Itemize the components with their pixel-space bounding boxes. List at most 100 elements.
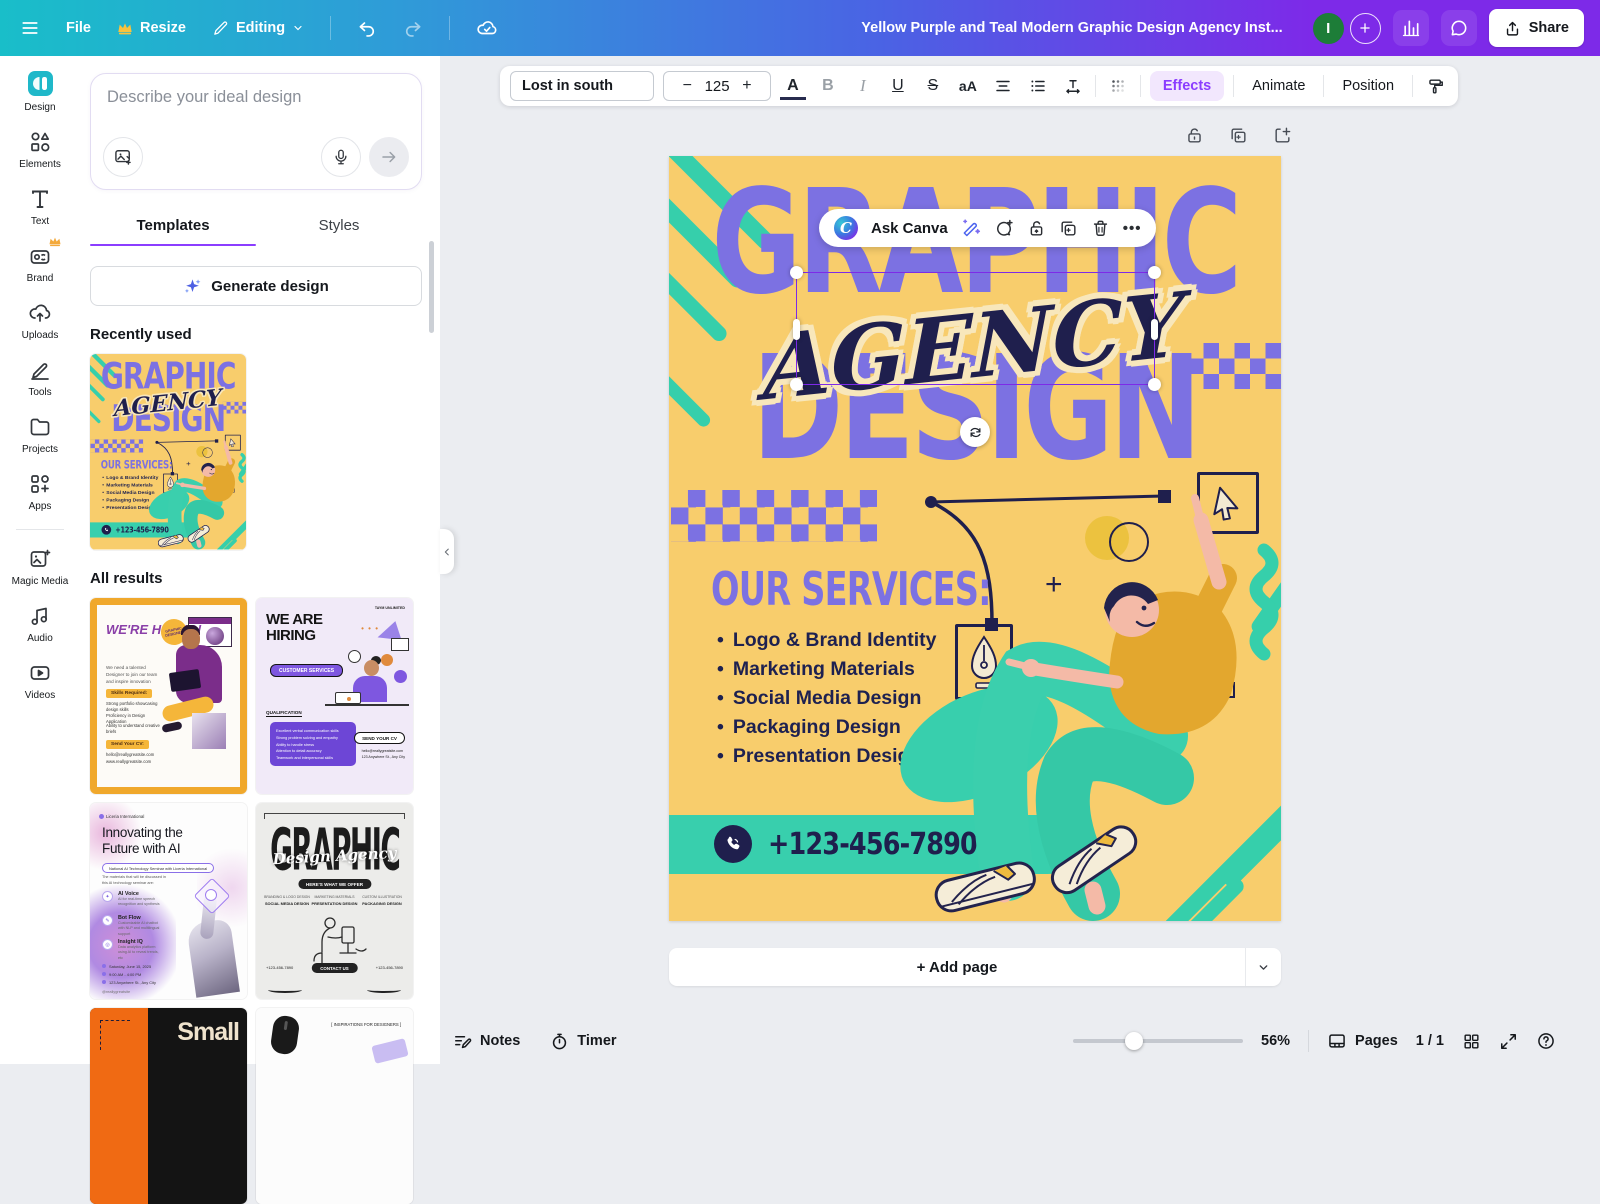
- timer-button[interactable]: Timer: [550, 1032, 616, 1051]
- resize-handle-side[interactable]: [793, 319, 800, 340]
- topbar-divider: [330, 16, 331, 40]
- submit-prompt-button[interactable]: [369, 137, 409, 177]
- sidebar-item-design[interactable]: Design: [4, 70, 76, 113]
- generate-design-button[interactable]: Generate design: [90, 266, 422, 306]
- magic-edit-button[interactable]: [961, 218, 981, 238]
- zoom-slider[interactable]: [1073, 1039, 1243, 1043]
- tab-templates[interactable]: Templates: [90, 208, 256, 246]
- animate-button[interactable]: Animate: [1243, 78, 1314, 94]
- insights-button[interactable]: [1393, 10, 1429, 46]
- design-prompt-input[interactable]: [107, 88, 397, 128]
- canvas-page[interactable]: GRAPHIC DESIGN AGENCY + OUR SERVICES: Lo…: [669, 156, 1281, 921]
- list-button[interactable]: [1025, 71, 1051, 101]
- notes-button[interactable]: Notes: [453, 1032, 520, 1051]
- add-page-icon[interactable]: [1273, 126, 1292, 145]
- formatting-toolbar: Lost in south − 125 + A B I U S aA Effec…: [500, 66, 1458, 106]
- sidebar-label: Projects: [22, 444, 58, 455]
- checker-pattern: [223, 402, 246, 414]
- ask-canva-label[interactable]: Ask Canva: [871, 220, 948, 237]
- font-size-decrease[interactable]: −: [674, 71, 700, 101]
- resize-handle[interactable]: [790, 266, 803, 279]
- sidebar-item-text[interactable]: Text: [4, 187, 76, 227]
- alignment-button[interactable]: [990, 71, 1016, 101]
- zoom-level[interactable]: 56%: [1261, 1033, 1290, 1049]
- all-results-heading: All results: [90, 570, 422, 587]
- template-small[interactable]: Small: [90, 1008, 247, 1204]
- poster-design[interactable]: GRAPHIC DESIGN AGENCY + OUR SERVICES: Lo…: [669, 156, 1281, 921]
- videos-icon: [28, 661, 52, 685]
- selection-box[interactable]: [796, 272, 1155, 385]
- position-button[interactable]: Position: [1333, 78, 1403, 94]
- redo-button[interactable]: [403, 18, 423, 38]
- text-case-button[interactable]: aA: [955, 71, 981, 101]
- template-recently-used[interactable]: GRAPHIC DESIGN AGENCY + OUR SERVICES: Lo…: [90, 354, 246, 550]
- panel-collapse-button[interactable]: [440, 529, 454, 574]
- resize-handle[interactable]: [1148, 378, 1161, 391]
- transparency-button[interactable]: [1105, 71, 1131, 101]
- lock-element-button[interactable]: [1027, 219, 1046, 238]
- copy-style-button[interactable]: [1422, 71, 1448, 101]
- font-family-select[interactable]: Lost in south: [510, 71, 654, 101]
- effects-button[interactable]: Effects: [1150, 71, 1224, 101]
- fullscreen-button[interactable]: [1499, 1032, 1518, 1051]
- sidebar-item-videos[interactable]: Videos: [4, 661, 76, 701]
- grid-view-button[interactable]: [1462, 1032, 1481, 1051]
- share-button[interactable]: Share: [1489, 9, 1584, 47]
- undo-icon: [357, 18, 377, 38]
- duplicate-page-icon[interactable]: [1229, 126, 1248, 145]
- editing-mode-menu[interactable]: Editing: [212, 20, 304, 37]
- resize-handle-side[interactable]: [1151, 319, 1158, 340]
- sidebar-item-audio[interactable]: Audio: [4, 604, 76, 644]
- add-image-button[interactable]: [103, 137, 143, 177]
- document-title[interactable]: Yellow Purple and Teal Modern Graphic De…: [861, 20, 1282, 36]
- letter-spacing-button[interactable]: [1060, 71, 1086, 101]
- duplicate-element-button[interactable]: [1059, 219, 1078, 238]
- sidebar-item-elements[interactable]: Elements: [4, 130, 76, 170]
- font-size-increase[interactable]: +: [734, 71, 760, 101]
- main-menu-button[interactable]: [20, 18, 40, 38]
- panel-scrollbar[interactable]: [429, 241, 434, 333]
- underline-button[interactable]: U: [885, 71, 911, 101]
- help-button[interactable]: [1536, 1031, 1556, 1051]
- sidebar-item-tools[interactable]: Tools: [4, 358, 76, 398]
- panel-tabs: Templates Styles: [90, 208, 422, 246]
- sidebar-item-magic-media[interactable]: Magic Media: [4, 547, 76, 587]
- template-ai-seminar[interactable]: Liceria International Innovating theFutu…: [90, 803, 247, 999]
- template-were-hiring[interactable]: WE'RE HIRING! GRAPHIC DESIGNER We need a…: [90, 598, 247, 794]
- font-size-value[interactable]: 125: [705, 78, 730, 95]
- comment-add-button[interactable]: [994, 218, 1014, 238]
- resize-handle[interactable]: [790, 378, 803, 391]
- italic-button[interactable]: I: [850, 71, 876, 101]
- add-page-expand-button[interactable]: [1245, 948, 1281, 986]
- apps-grid-icon: [28, 472, 52, 496]
- cloud-save-status[interactable]: [476, 17, 498, 39]
- undo-button[interactable]: [357, 18, 377, 38]
- comments-button[interactable]: [1441, 10, 1477, 46]
- strikethrough-button[interactable]: S: [920, 71, 946, 101]
- file-menu[interactable]: File: [66, 20, 91, 36]
- template-inspirations[interactable]: [ INSPIRATIONS FOR DESIGNERS ]: [256, 1008, 413, 1204]
- bold-button[interactable]: B: [815, 71, 841, 101]
- checker-pattern: [671, 490, 877, 542]
- text-color-button[interactable]: A: [780, 76, 806, 100]
- more-options-button[interactable]: •••: [1123, 220, 1142, 237]
- resize-menu[interactable]: Resize: [117, 20, 186, 36]
- delete-element-button[interactable]: [1091, 219, 1110, 238]
- add-member-button[interactable]: [1350, 13, 1381, 44]
- sidebar-item-apps[interactable]: Apps: [4, 472, 76, 512]
- add-page-button[interactable]: + Add page: [669, 959, 1245, 976]
- template-we-are-hiring[interactable]: TAYM UNLIMITED WE AREHIRING • • • CUSTOM…: [256, 598, 413, 794]
- font-name: Lost in south: [522, 78, 613, 94]
- voice-input-button[interactable]: [321, 137, 361, 177]
- rotate-handle[interactable]: [960, 417, 990, 447]
- lock-icon[interactable]: [1185, 126, 1204, 145]
- sidebar-item-uploads[interactable]: Uploads: [4, 301, 76, 341]
- resize-handle[interactable]: [1148, 266, 1161, 279]
- pages-button[interactable]: Pages: [1327, 1031, 1398, 1051]
- template-graphic-bw[interactable]: GRAPHIC Design Agency HERE'S WHAT WE OFF…: [256, 803, 413, 999]
- zoom-slider-thumb[interactable]: [1125, 1032, 1143, 1050]
- tab-styles[interactable]: Styles: [256, 208, 422, 246]
- sidebar-item-projects[interactable]: Projects: [4, 415, 76, 455]
- avatar[interactable]: I: [1313, 13, 1344, 44]
- sidebar-item-brand[interactable]: Brand: [4, 244, 76, 284]
